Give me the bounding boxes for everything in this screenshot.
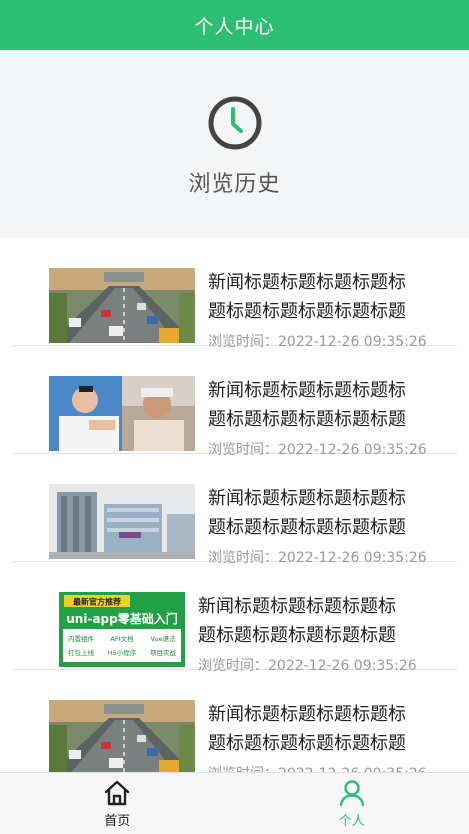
page-title-bar: 个人中心 — [0, 0, 469, 50]
news-title: 新闻标题标题标题标题标题标题标题标题标题标题 — [208, 380, 406, 430]
tab-me[interactable]: 个人 — [235, 773, 469, 834]
list-item-text: 新闻标题标题标题标题标题标题标题标题标题标题 浏览时间：2022-12-26 0… — [208, 484, 427, 567]
news-title: 新闻标题标题标题标题标题标题标题标题标题标题 — [208, 488, 406, 538]
uni-app-course-banner: 最新官方推荐 uni-app零基础入门 内置组件 API文档 Vue语法 打包上… — [59, 592, 185, 667]
home-icon — [105, 780, 130, 806]
user-icon — [339, 780, 364, 807]
history-section[interactable]: 浏览历史 — [0, 50, 469, 238]
banner-chip: 打包上线 — [68, 648, 95, 657]
list-item[interactable]: 新闻标题标题标题标题标题标题标题标题标题标题 浏览时间：2022-12-26 0… — [12, 346, 457, 458]
news-thumbnail — [49, 268, 195, 343]
list-item[interactable]: 最新官方推荐 uni-app零基础入门 内置组件 API文档 Vue语法 打包上… — [12, 562, 457, 674]
banner-chip: 项目实战 — [150, 648, 177, 657]
news-thumbnail — [49, 700, 195, 772]
banner-tag: 最新官方推荐 — [73, 597, 121, 607]
news-title: 新闻标题标题标题标题标题标题标题标题标题标题 — [208, 272, 406, 322]
banner-chip: API文档 — [110, 634, 133, 643]
news-thumbnail — [49, 376, 195, 451]
tab-home[interactable]: 首页 — [0, 773, 235, 834]
banner-chip: Vue语法 — [150, 634, 176, 643]
news-thumbnail — [49, 484, 195, 559]
history-title: 浏览历史 — [188, 172, 281, 197]
list-item[interactable]: 新闻标题标题标题标题标题标题标题标题标题标题 浏览时间：2022-12-26 0… — [12, 454, 457, 566]
bottom-tab-bar: 首页 个人 — [0, 772, 469, 834]
banner-chip: 内置组件 — [68, 634, 95, 643]
list-item-text: 新闻标题标题标题标题标题标题标题标题标题标题 浏览时间：2022-12-26 0… — [208, 700, 427, 772]
list-item-text: 新闻标题标题标题标题标题标题标题标题标题标题 浏览时间：2022-12-26 0… — [208, 376, 427, 459]
banner-headline: uni-app零基础入门 — [66, 611, 177, 626]
clock-icon — [206, 94, 264, 152]
banner-chip: H5小程序 — [108, 648, 137, 657]
news-title: 新闻标题标题标题标题标题标题标题标题标题标题 — [208, 704, 406, 754]
tab-me-label: 个人 — [338, 814, 365, 829]
history-list[interactable]: 新闻标题标题标题标题标题标题标题标题标题标题 浏览时间：2022-12-26 0… — [0, 238, 469, 772]
list-item-text: 新闻标题标题标题标题标题标题标题标题标题标题 浏览时间：2022-12-26 0… — [198, 592, 417, 675]
browse-time: 浏览时间：2022-12-26 09:35:26 — [208, 763, 427, 772]
list-item-text: 新闻标题标题标题标题标题标题标题标题标题标题 浏览时间：2022-12-26 0… — [208, 268, 427, 351]
news-title: 新闻标题标题标题标题标题标题标题标题标题标题 — [198, 596, 396, 646]
list-item[interactable]: 新闻标题标题标题标题标题标题标题标题标题标题 浏览时间：2022-12-26 0… — [12, 670, 457, 772]
tab-home-label: 首页 — [104, 814, 131, 829]
page-title: 个人中心 — [194, 15, 275, 38]
list-item[interactable]: 新闻标题标题标题标题标题标题标题标题标题标题 浏览时间：2022-12-26 0… — [12, 238, 457, 350]
